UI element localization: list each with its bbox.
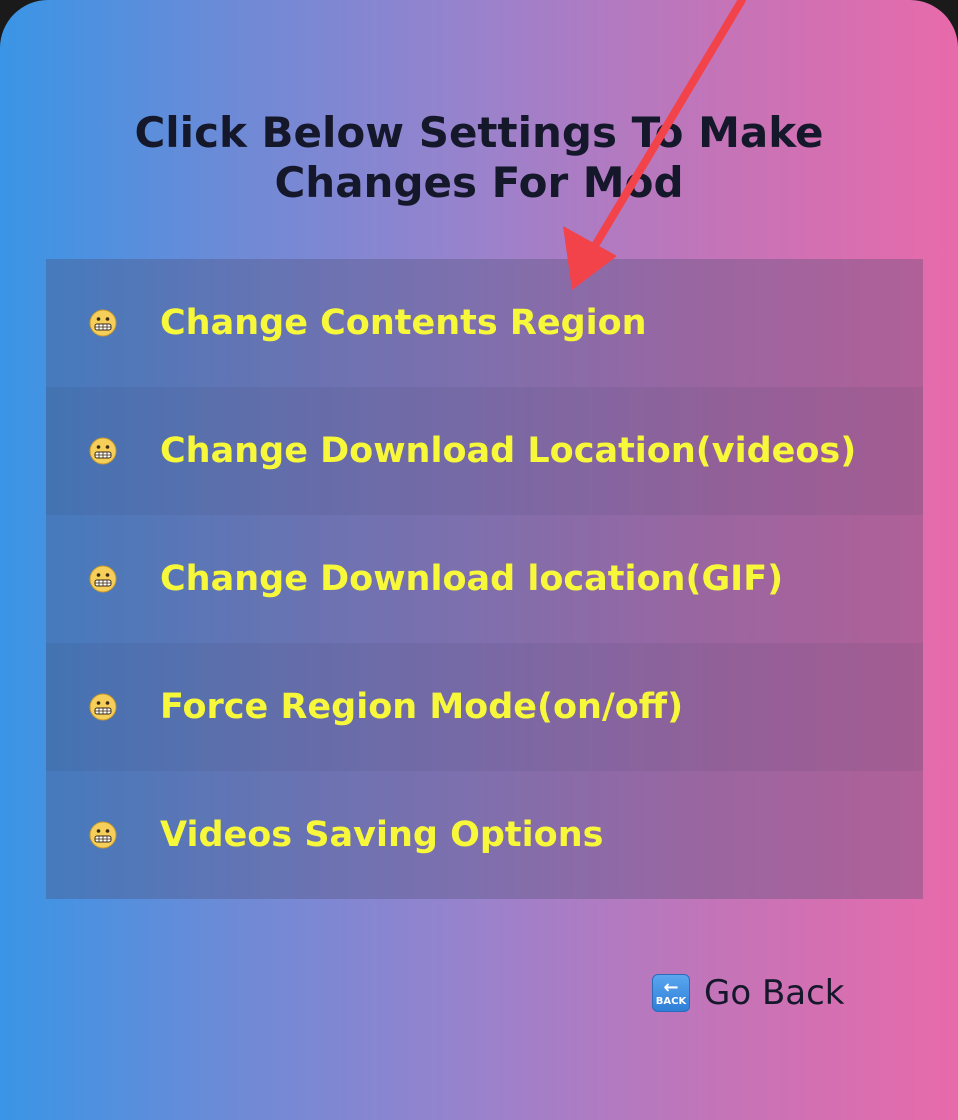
settings-menu: Change Contents Region Change Download L…	[46, 259, 923, 899]
menu-item-videos-saving-options[interactable]: Videos Saving Options	[46, 771, 923, 899]
menu-item-label: Change Download Location(videos)	[160, 431, 857, 471]
menu-item-label: Force Region Mode(on/off)	[160, 687, 684, 727]
menu-item-change-download-location-gif[interactable]: Change Download location(GIF)	[46, 515, 923, 643]
settings-dialog: Click Below Settings To Make Changes For…	[0, 0, 958, 1120]
menu-item-label: Change Contents Region	[160, 303, 647, 343]
menu-item-label: Videos Saving Options	[160, 815, 604, 855]
menu-item-force-region-mode[interactable]: Force Region Mode(on/off)	[46, 643, 923, 771]
back-arrow-icon: ← BACK	[652, 974, 690, 1012]
grimacing-face-icon	[89, 693, 117, 721]
menu-item-change-contents-region[interactable]: Change Contents Region	[46, 259, 923, 387]
back-arrow-glyph: ←	[663, 976, 679, 998]
grimacing-face-icon	[89, 437, 117, 465]
dialog-title-line2: Changes For Mod	[274, 158, 684, 207]
menu-item-label: Change Download location(GIF)	[160, 559, 784, 599]
dialog-title: Click Below Settings To Make Changes For…	[0, 108, 958, 208]
grimacing-face-icon	[89, 565, 117, 593]
back-icon-text: BACK	[655, 995, 687, 1007]
dialog-title-line1: Click Below Settings To Make	[134, 108, 824, 157]
menu-item-change-download-location-videos[interactable]: Change Download Location(videos)	[46, 387, 923, 515]
grimacing-face-icon	[89, 309, 117, 337]
go-back-label: Go Back	[704, 973, 845, 1013]
grimacing-face-icon	[89, 821, 117, 849]
go-back-button[interactable]: ← BACK Go Back	[652, 973, 845, 1013]
